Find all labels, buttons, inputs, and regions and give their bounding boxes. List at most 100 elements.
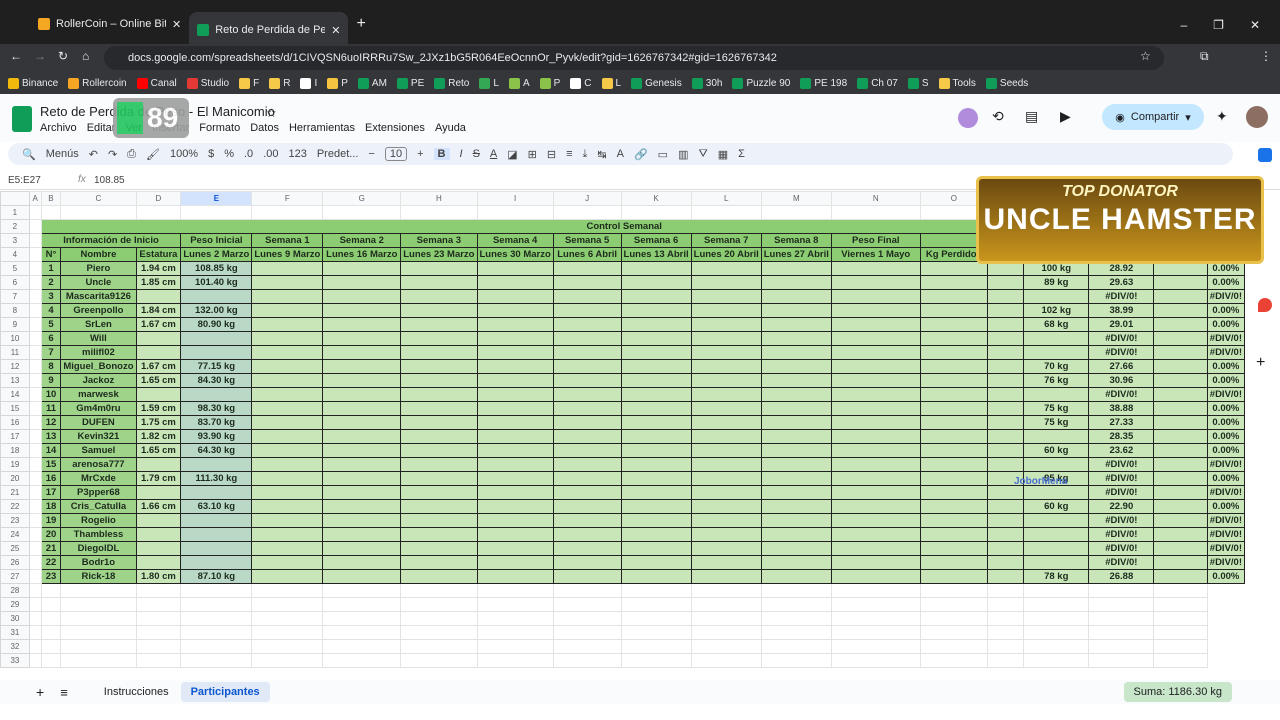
height-cell[interactable]: 1.79 cm (135, 471, 182, 486)
cell[interactable] (28, 359, 42, 374)
week-cell[interactable] (552, 345, 622, 360)
empty-cell[interactable] (1153, 499, 1208, 514)
week-cell[interactable] (830, 373, 921, 388)
cell[interactable] (28, 527, 42, 542)
participant-number[interactable]: 3 (40, 289, 62, 304)
initial-weight-cell[interactable] (180, 387, 253, 402)
cell[interactable] (135, 583, 182, 598)
cell[interactable] (552, 597, 622, 612)
cell[interactable] (28, 499, 42, 514)
bookmark-item[interactable]: C (570, 77, 592, 89)
row-number[interactable]: 28 (0, 583, 30, 598)
cell[interactable] (28, 247, 42, 262)
week-cell[interactable] (620, 373, 692, 388)
week-cell[interactable] (620, 541, 692, 556)
row-number[interactable]: 6 (0, 275, 30, 290)
column-header[interactable]: J (552, 191, 622, 206)
week-cell[interactable] (400, 429, 478, 444)
row-number[interactable]: 14 (0, 387, 30, 402)
week-cell[interactable] (552, 261, 622, 276)
week-cell[interactable] (476, 331, 554, 346)
week-cell[interactable] (620, 275, 692, 290)
week-cell[interactable] (400, 485, 478, 500)
height-cell[interactable] (135, 345, 182, 360)
row-number[interactable]: 3 (0, 233, 30, 248)
current-weight-cell[interactable]: 70 kg (1022, 359, 1090, 374)
week-cell[interactable] (919, 527, 989, 542)
cell[interactable] (1022, 597, 1090, 612)
bmi-cell[interactable]: #DIV/0! (1088, 387, 1155, 402)
initial-weight-cell[interactable]: 84.30 kg (180, 373, 253, 388)
cell[interactable] (1088, 625, 1155, 640)
initial-weight-cell[interactable] (180, 331, 253, 346)
row-number[interactable]: 12 (0, 359, 30, 374)
week-cell[interactable] (552, 387, 622, 402)
participant-number[interactable]: 21 (40, 541, 62, 556)
week-cell[interactable] (690, 359, 762, 374)
empty-cell[interactable] (1153, 401, 1208, 416)
text-color-icon[interactable]: A (490, 148, 497, 160)
week-cell[interactable] (400, 555, 478, 570)
week-cell[interactable] (322, 359, 402, 374)
week-cell[interactable] (919, 499, 989, 514)
week-cell[interactable] (620, 331, 692, 346)
percent-cell[interactable]: 0.00% (1206, 275, 1245, 290)
row-number[interactable]: 15 (0, 401, 30, 416)
column-header[interactable]: D (135, 191, 182, 206)
cell[interactable] (690, 597, 762, 612)
cell[interactable] (180, 625, 253, 640)
week-cell[interactable] (830, 513, 921, 528)
initial-weight-cell[interactable] (180, 485, 253, 500)
week-cell[interactable] (760, 513, 832, 528)
height-cell[interactable]: 1.85 cm (135, 275, 182, 290)
height-cell[interactable] (135, 387, 182, 402)
cell[interactable] (476, 625, 554, 640)
week-cell[interactable] (760, 527, 832, 542)
week-cell[interactable] (919, 541, 989, 556)
column-label[interactable]: Lunes 27 Abril (760, 247, 832, 262)
bookmark-item[interactable]: Seeds (985, 77, 1028, 89)
column-header[interactable]: E (180, 191, 253, 206)
cell[interactable] (830, 205, 921, 220)
cell[interactable] (552, 625, 622, 640)
week-cell[interactable] (552, 317, 622, 332)
week-cell[interactable] (400, 261, 478, 276)
participant-number[interactable]: 7 (40, 345, 62, 360)
kg-lost-cell[interactable] (987, 499, 1024, 514)
menu-item[interactable]: Datos (250, 122, 279, 134)
height-cell[interactable]: 1.66 cm (135, 499, 182, 514)
week-cell[interactable] (760, 429, 832, 444)
week-cell[interactable] (919, 443, 989, 458)
cell[interactable] (251, 597, 324, 612)
week-cell[interactable] (690, 485, 762, 500)
participant-number[interactable]: 19 (40, 513, 62, 528)
initial-weight-cell[interactable]: 83.70 kg (180, 415, 253, 430)
empty-cell[interactable] (1153, 317, 1208, 332)
week-cell[interactable] (760, 401, 832, 416)
week-cell[interactable] (760, 499, 832, 514)
cell[interactable] (690, 625, 762, 640)
participant-name[interactable]: MrCxde (60, 471, 137, 486)
week-cell[interactable] (322, 499, 402, 514)
menu-item[interactable]: Herramientas (289, 122, 355, 134)
initial-weight-cell[interactable] (180, 345, 253, 360)
row-number[interactable]: 17 (0, 429, 30, 444)
cell[interactable] (28, 485, 42, 500)
kg-lost-cell[interactable] (987, 541, 1024, 556)
week-cell[interactable] (919, 275, 989, 290)
participant-name[interactable]: Miguel_Bonozo (60, 359, 137, 374)
cell[interactable] (251, 653, 324, 668)
participant-name[interactable]: Mascarita9126 (60, 289, 137, 304)
current-weight-cell[interactable]: 78 kg (1022, 569, 1090, 584)
cell[interactable] (135, 625, 182, 640)
week-cell[interactable] (322, 569, 402, 584)
row-number[interactable]: 27 (0, 569, 30, 584)
participant-name[interactable]: Piero (60, 261, 137, 276)
week-cell[interactable] (620, 471, 692, 486)
participant-number[interactable]: 13 (40, 429, 62, 444)
filter-views-icon[interactable]: ▦ (718, 148, 728, 161)
week-header[interactable]: Semana 6 (620, 233, 692, 248)
column-label[interactable]: Lunes 2 Marzo (180, 247, 253, 262)
week-header[interactable]: Semana 8 (760, 233, 832, 248)
week-cell[interactable] (400, 499, 478, 514)
